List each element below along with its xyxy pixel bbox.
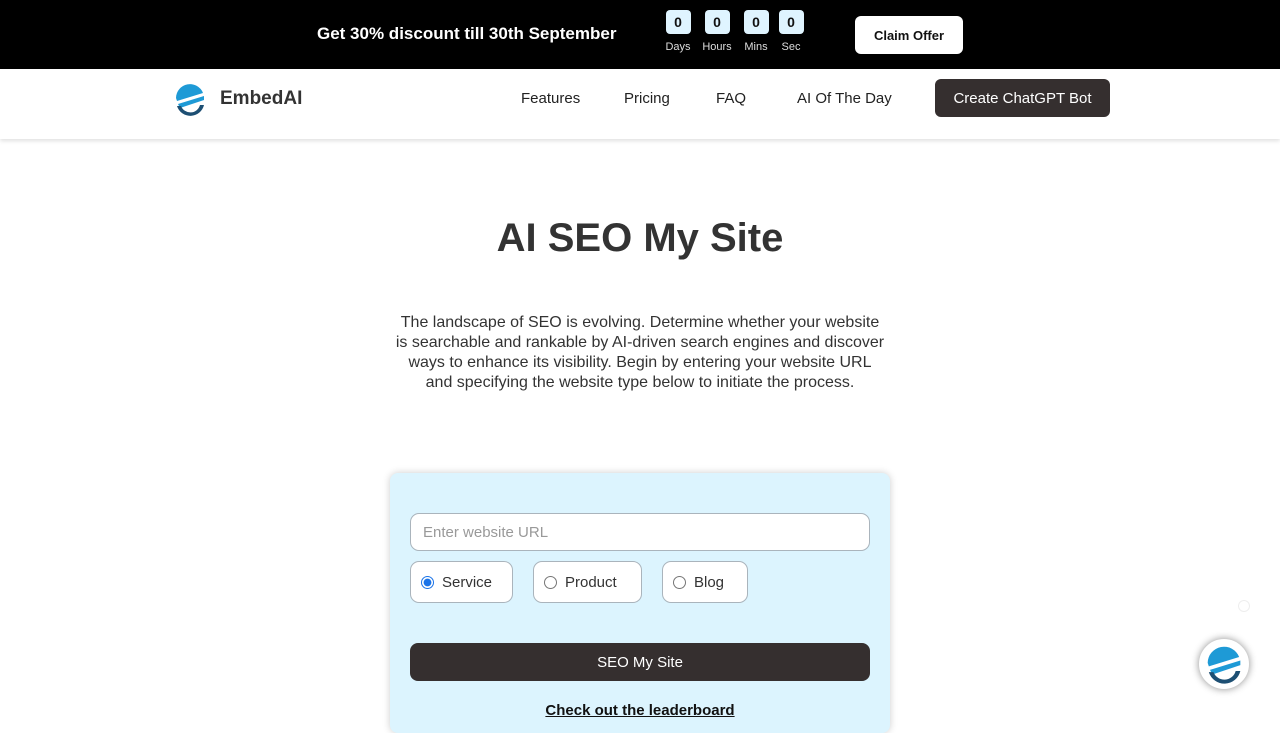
radio-blog-input[interactable] — [673, 575, 686, 589]
countdown-value: 0 — [665, 10, 691, 34]
countdown-sec: 0 Sec — [771, 10, 811, 53]
radio-label: Product — [565, 573, 617, 591]
dismiss-indicator-icon — [1238, 600, 1250, 612]
radio-service-input[interactable] — [421, 575, 434, 589]
countdown-label: Hours — [702, 41, 732, 53]
page-description: The landscape of SEO is evolving. Determ… — [395, 314, 885, 391]
chat-logo-icon — [1207, 646, 1241, 684]
countdown-value: 0 — [743, 10, 769, 34]
brand-name[interactable]: EmbedAI — [220, 88, 302, 110]
radio-product-input[interactable] — [544, 575, 557, 589]
countdown-days: 0 Days — [658, 10, 698, 53]
claim-offer-button[interactable]: Claim Offer — [855, 16, 963, 54]
promo-text: Get 30% discount till 30th September — [317, 24, 617, 43]
radio-product[interactable]: Product — [533, 561, 642, 603]
countdown-hours: 0 Hours — [697, 10, 737, 53]
nav-link-faq[interactable]: FAQ — [716, 90, 746, 107]
radio-service[interactable]: Service — [410, 561, 513, 603]
website-url-input[interactable] — [410, 513, 870, 551]
page-title: AI SEO My Site — [496, 216, 784, 260]
create-chatgpt-bot-button[interactable]: Create ChatGPT Bot — [935, 79, 1110, 117]
seo-form-card: Service Product Blog SEO My Site Check o… — [390, 473, 890, 733]
nav-link-pricing[interactable]: Pricing — [624, 90, 670, 107]
promo-banner: Get 30% discount till 30th September 0 D… — [0, 0, 1280, 69]
nav-link-ai-of-the-day[interactable]: AI Of The Day — [797, 90, 892, 107]
leaderboard-link[interactable]: Check out the leaderboard — [390, 702, 890, 719]
seo-my-site-button[interactable]: SEO My Site — [410, 643, 870, 681]
countdown-value: 0 — [778, 10, 804, 34]
radio-label: Service — [442, 573, 493, 591]
navbar: EmbedAI Features Pricing FAQ AI Of The D… — [0, 69, 1280, 139]
countdown-label: Mins — [744, 41, 768, 53]
countdown-label: Sec — [781, 41, 801, 53]
radio-label: Blog — [694, 573, 725, 591]
nav-link-features[interactable]: Features — [521, 90, 580, 107]
embedai-logo-icon[interactable] — [172, 81, 208, 117]
radio-blog[interactable]: Blog — [662, 561, 748, 603]
countdown-value: 0 — [704, 10, 730, 34]
countdown-mins: 0 Mins — [736, 10, 776, 53]
chat-widget-button[interactable] — [1199, 639, 1249, 689]
countdown-label: Days — [665, 41, 691, 53]
